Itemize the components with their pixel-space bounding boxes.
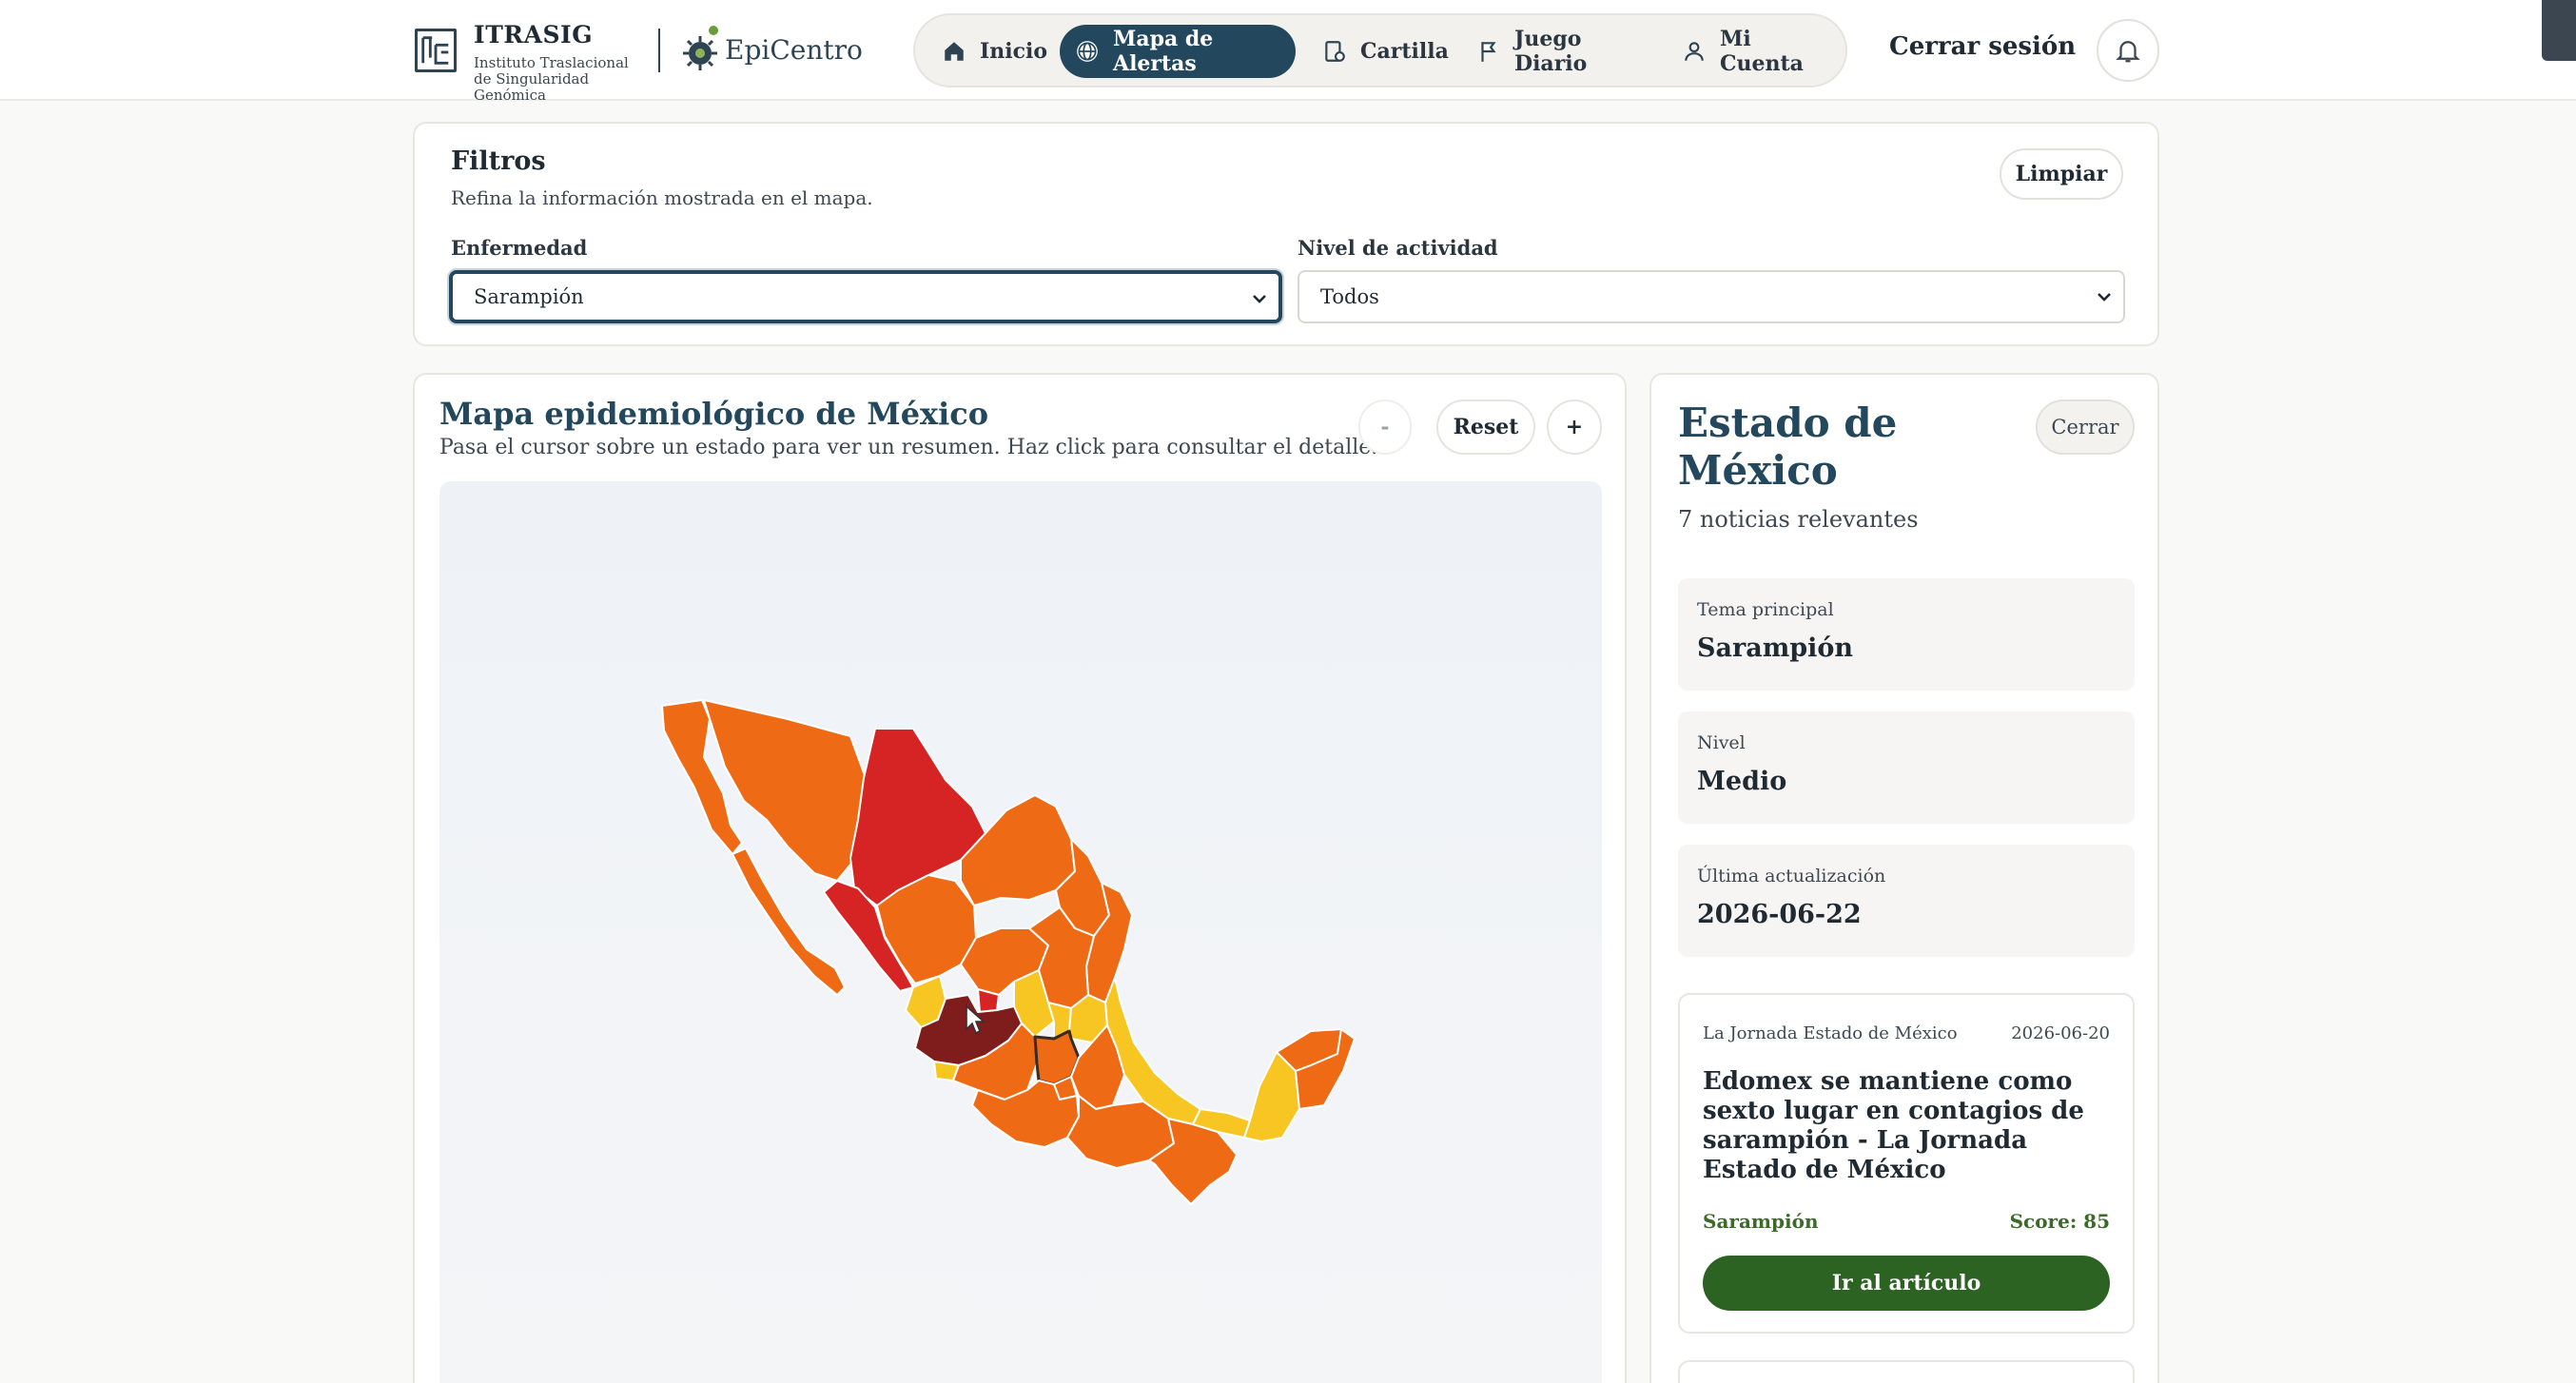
chevron-down-icon	[1253, 295, 1266, 303]
activity-value: Todos	[1320, 285, 1379, 308]
logout-link[interactable]: Cerrar sesión	[1889, 32, 2076, 61]
state-name: Estado de México	[1678, 399, 1898, 494]
state-veracruz[interactable]	[1104, 977, 1201, 1125]
mouse-cursor-icon	[966, 1004, 986, 1035]
nav-mi-cuenta[interactable]: Mi Cuenta	[1682, 25, 1834, 78]
nav-juego-diario[interactable]: Juego Diario	[1476, 25, 1648, 78]
go-to-article-button[interactable]: Ir al artículo	[1703, 1256, 2110, 1311]
chevron-down-icon	[2098, 293, 2111, 302]
virus-icon	[683, 26, 718, 70]
zoom-out-button[interactable]: -	[1358, 399, 1412, 455]
filters-card: Filtros Refina la información mostrada e…	[413, 122, 2159, 346]
nav-label: Juego Diario	[1514, 27, 1588, 76]
disease-select[interactable]: Sarampión	[449, 270, 1282, 323]
info-value: Medio	[1697, 767, 1787, 796]
news-tag: Sarampión	[1703, 1210, 1819, 1233]
info-level: Nivel Medio	[1678, 711, 2135, 824]
epicentro-logo[interactable]: EpiCentro	[672, 19, 863, 82]
filters-subtitle: Refina la información mostrada en el map…	[451, 186, 873, 209]
home-icon	[942, 39, 966, 64]
zoom-in-button[interactable]: +	[1547, 399, 1602, 455]
news-score: Score: 85	[2009, 1210, 2110, 1233]
info-label: Tema principal	[1697, 599, 1834, 620]
nav-label: Inicio	[980, 39, 1048, 64]
map-card: Mapa epidemiológico de México Pasa el cu…	[413, 373, 1627, 1383]
disease-value: Sarampión	[474, 285, 584, 308]
activity-select[interactable]: Todos	[1298, 270, 2125, 323]
news-date: 2026-06-20	[2011, 1023, 2110, 1043]
partner-name: EpiCentro	[725, 34, 863, 66]
top-header: ITRASIG Instituto Traslacional de Singul…	[0, 0, 2576, 104]
nav-label: Mi Cuenta	[1720, 27, 1804, 76]
itrasig-logo[interactable]: ITRASIG Instituto Traslacional de Singul…	[415, 21, 653, 104]
clear-filters-button[interactable]: Limpiar	[2000, 148, 2123, 200]
nav-cartilla[interactable]: Cartilla	[1322, 25, 1449, 78]
bell-icon	[2116, 41, 2140, 63]
map-title: Mapa epidemiológico de México	[439, 396, 989, 432]
itrasig-logo-icon	[415, 29, 457, 72]
disease-label: Enfermedad	[451, 236, 588, 260]
news-card: La Jornada Estado de México 2026-06-20 E…	[1678, 993, 2135, 1334]
nav-inicio[interactable]: Inicio	[942, 25, 1052, 78]
globe-icon	[1075, 39, 1100, 64]
state-detail-panel: Estado de México 7 noticias relevantes C…	[1649, 373, 2159, 1383]
info-last-update: Última actualización 2026-06-22	[1678, 845, 2135, 957]
filters-title: Filtros	[451, 146, 546, 176]
info-value: Sarampión	[1697, 633, 1854, 663]
user-icon	[1682, 39, 1707, 64]
mexico-map-svg	[661, 699, 1356, 1205]
info-label: Última actualización	[1697, 866, 1886, 886]
close-detail-button[interactable]: Cerrar	[2036, 399, 2135, 455]
booklet-icon	[1322, 39, 1347, 64]
reset-zoom-button[interactable]: Reset	[1436, 399, 1535, 455]
main-nav: Inicio Mapa de Alertas Cartilla Juego Di…	[913, 13, 1847, 88]
brand-subtitle: Instituto Traslacional de Singularidad G…	[474, 54, 629, 104]
nav-mapa-de-alertas[interactable]: Mapa de Alertas	[1060, 25, 1296, 78]
flag-icon	[1476, 39, 1501, 64]
side-panel-toggle[interactable]	[2542, 0, 2576, 61]
nav-label: Mapa de Alertas	[1113, 27, 1214, 76]
activity-label: Nivel de actividad	[1298, 236, 1498, 260]
map-subtitle: Pasa el cursor sobre un estado para ver …	[439, 436, 1378, 459]
notifications-button[interactable]	[2097, 19, 2159, 82]
nav-label: Cartilla	[1360, 39, 1449, 64]
info-label: Nivel	[1697, 732, 1746, 753]
news-title: Edomex se mantiene como sexto lugar en c…	[1703, 1067, 2084, 1184]
mexico-map[interactable]	[439, 481, 1602, 1383]
logo-divider	[658, 29, 660, 72]
info-value: 2026-06-22	[1697, 900, 1862, 929]
info-main-topic: Tema principal Sarampión	[1678, 578, 2135, 691]
state-sonora[interactable]	[703, 699, 867, 882]
brand-name: ITRASIG	[474, 21, 594, 49]
news-card	[1678, 1360, 2135, 1383]
news-source: La Jornada Estado de México	[1703, 1023, 1958, 1043]
news-count: 7 noticias relevantes	[1678, 506, 1919, 533]
